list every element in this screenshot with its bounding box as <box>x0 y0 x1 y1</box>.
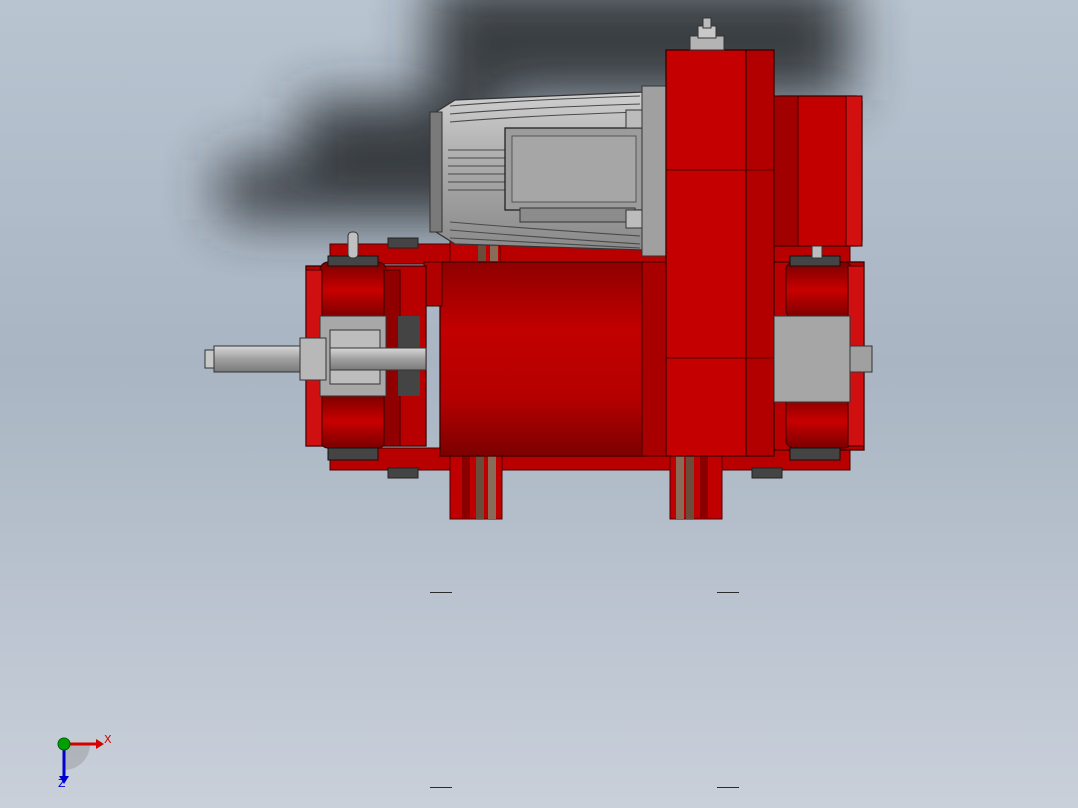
dimension-tick <box>717 592 739 593</box>
triad-y-axis <box>57 737 71 751</box>
model-canvas[interactable] <box>0 0 1078 808</box>
dimension-tick <box>717 787 739 788</box>
motor[interactable] <box>429 85 668 257</box>
bracket-right[interactable] <box>669 454 723 520</box>
dimension-tick <box>430 787 452 788</box>
rope-drum[interactable] <box>423 261 667 457</box>
gearbox[interactable] <box>665 17 775 457</box>
triad-x-arrow <box>96 739 104 749</box>
brake-cover[interactable] <box>773 95 863 247</box>
bracket-left[interactable] <box>449 454 503 520</box>
triad-x-label: X <box>104 733 112 746</box>
dimension-tick <box>430 592 452 593</box>
graphics-viewport[interactable]: X Z <box>0 0 1078 808</box>
triad-z-label: Z <box>58 777 66 790</box>
end-carriage-right[interactable] <box>773 245 873 461</box>
